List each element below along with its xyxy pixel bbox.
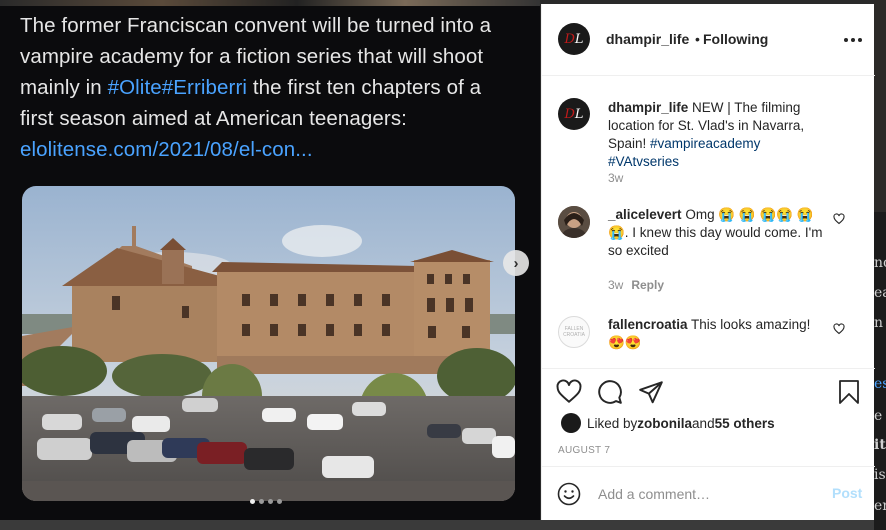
carousel-indicator: [250, 499, 282, 504]
avatar-monogram: DL: [564, 106, 584, 122]
likes-mid: and: [692, 415, 715, 431]
add-comment-bar: Post: [542, 466, 875, 520]
background-photo-strip: [0, 0, 540, 6]
author-avatar[interactable]: DL: [558, 98, 590, 130]
caption-line-2: vampire academy for a fiction series tha…: [20, 45, 484, 68]
author-avatar[interactable]: DL: [558, 23, 590, 55]
background-text-fragment: e: [874, 408, 883, 424]
comment-bubble-icon[interactable]: [597, 379, 623, 405]
comment-list: DL dhampir_life NEW | The filming locati…: [542, 77, 875, 367]
commenter-photo: [558, 206, 590, 238]
likes-prefix: Liked by: [587, 415, 638, 431]
more-options-icon[interactable]: [844, 32, 864, 48]
comment-age[interactable]: 3w: [608, 171, 623, 185]
author-username[interactable]: dhampir_life: [606, 31, 689, 47]
caption-line-3-end: the first ten chapters of a: [247, 76, 482, 99]
avatar-monogram: DL: [564, 31, 584, 47]
background-text-fragment: it: [874, 437, 886, 453]
header-separator: •: [695, 31, 700, 47]
share-paper-plane-icon[interactable]: [638, 379, 664, 405]
commenter-avatar[interactable]: FALLEN CROATIA: [558, 316, 590, 348]
media-panel: The former Franciscan convent will be tu…: [0, 0, 540, 520]
liker-avatar[interactable]: [561, 413, 581, 433]
hashtag-olite-erriberri[interactable]: #Olite#Erriberri: [108, 76, 247, 99]
carousel-dot: [277, 499, 282, 504]
post-media-caption: The former Franciscan convent will be tu…: [20, 10, 520, 165]
emoji-smile-icon[interactable]: [557, 482, 581, 506]
post-detail-panel: DL dhampir_life • Following DL dhampir_l…: [541, 4, 875, 520]
like-comment-heart-icon[interactable]: [833, 323, 845, 335]
comment-username[interactable]: fallencroatia: [608, 317, 688, 332]
caption-line-1: The former Franciscan convent will be tu…: [20, 14, 492, 37]
caption-line-4: first season aimed at American teenagers…: [20, 107, 407, 130]
background-page-strip: nc ea n es e it is er: [874, 0, 886, 530]
background-text-fragment: n: [874, 315, 884, 331]
following-button[interactable]: Following: [703, 31, 768, 47]
background-photo-fragment: [874, 0, 886, 212]
viewer-bottom-band: [0, 520, 886, 530]
convent-photo[interactable]: [22, 186, 515, 501]
save-bookmark-icon[interactable]: [837, 379, 861, 405]
background-text-fragment: ea: [874, 285, 886, 301]
post-comment-button[interactable]: Post: [832, 485, 862, 501]
comment-body: _alicelevert Omg 😭 😭 😭😭 😭😭. I knew this …: [608, 206, 830, 260]
caption-line-3-start: mainly in: [20, 76, 108, 99]
convent-photo-image: [22, 186, 515, 501]
reply-button[interactable]: Reply: [631, 278, 664, 292]
post-date[interactable]: AUGUST 7: [558, 445, 610, 456]
liker-username[interactable]: zobonila: [637, 416, 692, 431]
caption-comment-body: dhampir_life NEW | The filming location …: [608, 99, 830, 171]
background-text-fragment: is: [874, 467, 886, 483]
like-comment-heart-icon[interactable]: [833, 213, 845, 225]
comment-age[interactable]: 3w: [608, 278, 623, 292]
background-text-fragment: nc: [874, 255, 886, 271]
like-heart-icon[interactable]: [556, 379, 582, 405]
carousel-next-button[interactable]: ›: [503, 250, 529, 276]
caption-line-3: mainly in #Olite#Erriberri the first ten…: [20, 72, 520, 103]
commenter-avatar[interactable]: [558, 206, 590, 238]
comment-username[interactable]: dhampir_life: [608, 100, 688, 115]
post-actions: Liked by zobonila and 55 others AUGUST 7: [542, 368, 875, 468]
likes-summary[interactable]: Liked by zobonila and 55 others: [561, 413, 775, 433]
comment-body: fallencroatia This looks amazing! 😍😍: [608, 316, 830, 352]
comment-username[interactable]: _alicelevert: [608, 207, 682, 222]
background-text-fragment: es: [874, 376, 886, 392]
carousel-dot: [259, 499, 264, 504]
commenter-logo-text: FALLEN CROATIA: [563, 326, 585, 338]
post-header: DL dhampir_life • Following: [542, 4, 875, 76]
likes-others[interactable]: 55 others: [715, 416, 775, 431]
carousel-dot-active: [250, 499, 255, 504]
carousel-dot: [268, 499, 273, 504]
article-link[interactable]: elolitense.com/2021/08/el-con...: [20, 134, 520, 165]
comment-input[interactable]: [598, 483, 818, 505]
background-text-fragment: er: [874, 498, 886, 514]
comment-meta: 3w Reply: [608, 278, 664, 292]
